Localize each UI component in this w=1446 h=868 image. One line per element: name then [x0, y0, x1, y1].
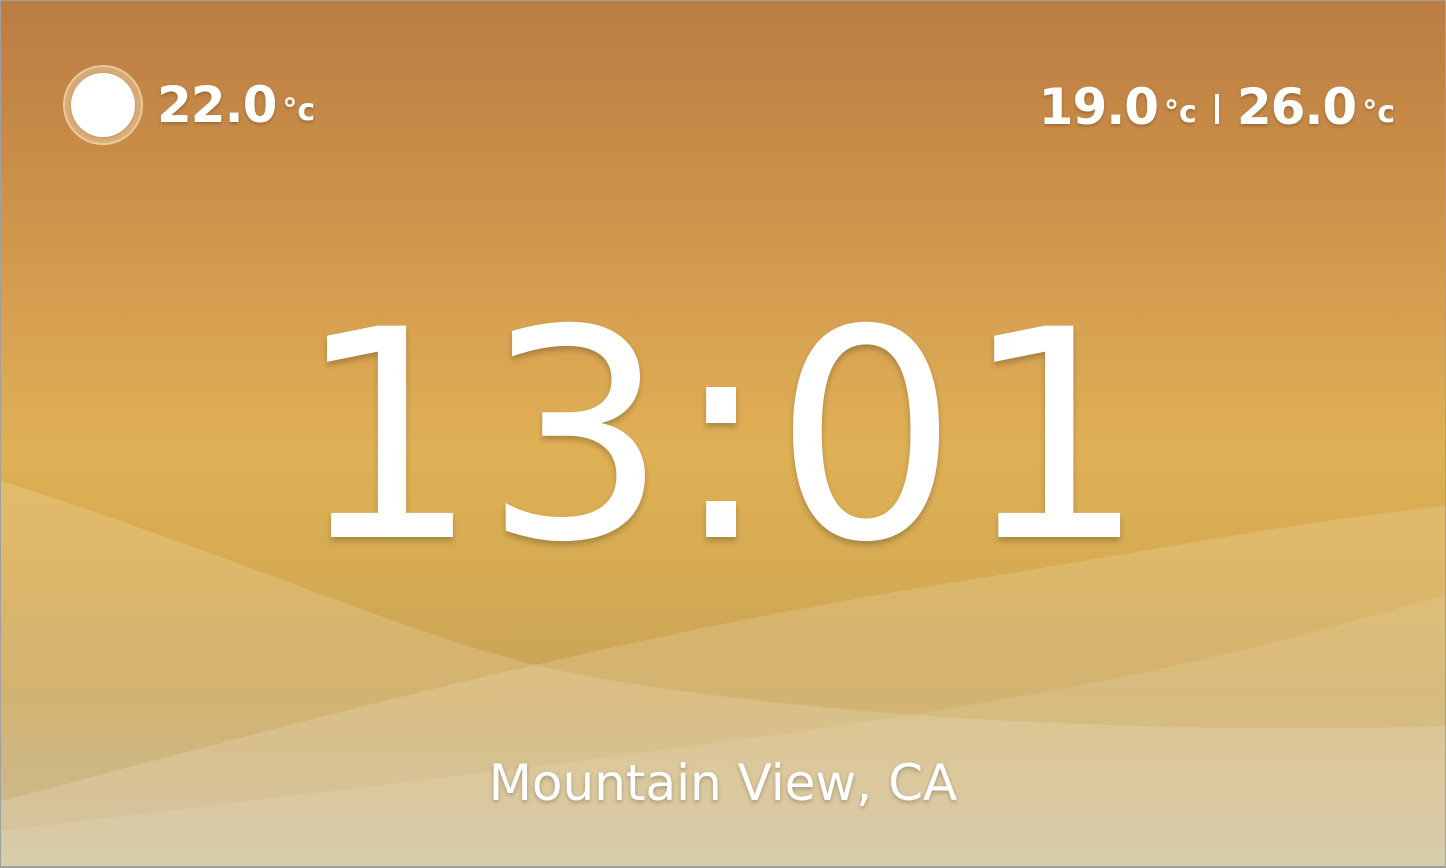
clock-time: 13:01: [295, 269, 1151, 606]
current-temperature-unit: °c: [282, 93, 316, 128]
location-label: Mountain View, CA: [488, 754, 958, 812]
high-temperature-unit: °c: [1362, 95, 1395, 130]
current-temperature: 22.0: [157, 76, 277, 134]
forecast-range: 19.0 °c 26.0 °c: [1039, 77, 1395, 137]
low-temperature-unit: °c: [1164, 95, 1197, 130]
range-separator: [1214, 94, 1219, 124]
current-weather: 22.0 °c: [63, 63, 315, 147]
high-temperature: 26.0: [1236, 78, 1357, 136]
low-temperature: 19.0: [1038, 78, 1159, 136]
sun-icon: [63, 65, 143, 145]
weather-clock-screen: 22.0 °c 19.0 °c 26.0 °c 13:01 Mountain V…: [1, 1, 1445, 866]
